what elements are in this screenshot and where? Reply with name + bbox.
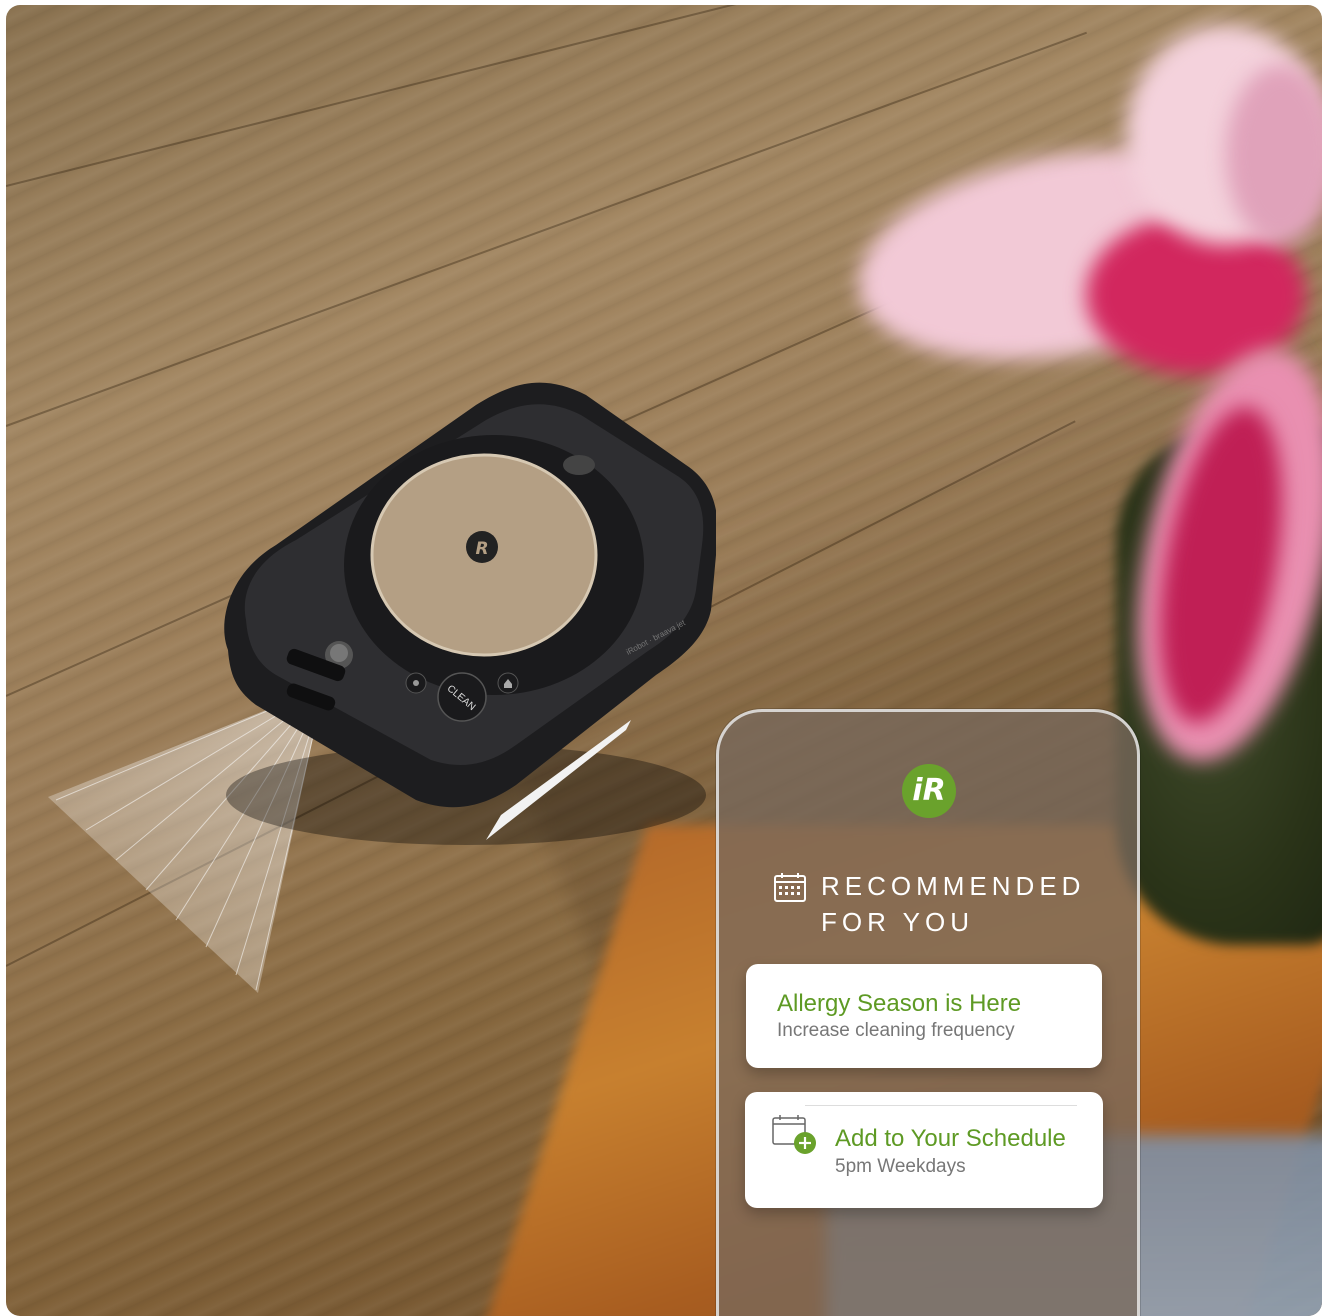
phone-app-panel: iR RECOMMENDED FOR YOU Allergy Season is… <box>716 709 1140 1316</box>
photo-frame: R CLEAN iRobot · braava jet iR RECOMMEND… <box>6 5 1322 1316</box>
robot-mop: R CLEAN iRobot · braava jet <box>224 382 716 845</box>
recommendation-card-schedule[interactable]: Add to Your Schedule 5pm Weekdays <box>745 1092 1103 1208</box>
recommended-title-line1: RECOMMENDED <box>821 871 1086 901</box>
calendar-add-icon <box>772 1115 816 1154</box>
card-subtitle: Increase cleaning frequency <box>777 1020 1015 1041</box>
card-divider <box>805 1105 1077 1106</box>
svg-text:R: R <box>475 539 488 559</box>
recommended-title: RECOMMENDED FOR YOU <box>821 868 1121 940</box>
calendar-icon <box>774 873 806 902</box>
card-title: Allergy Season is Here <box>777 990 1022 1017</box>
recommendation-card-allergy[interactable]: Allergy Season is Here Increase cleaning… <box>746 964 1102 1068</box>
card-title: Add to Your Schedule <box>835 1125 1066 1152</box>
irobot-logo-icon: iR <box>902 764 956 818</box>
recommended-title-line2: FOR YOU <box>821 907 974 937</box>
card-subtitle: 5pm Weekdays <box>835 1156 966 1177</box>
